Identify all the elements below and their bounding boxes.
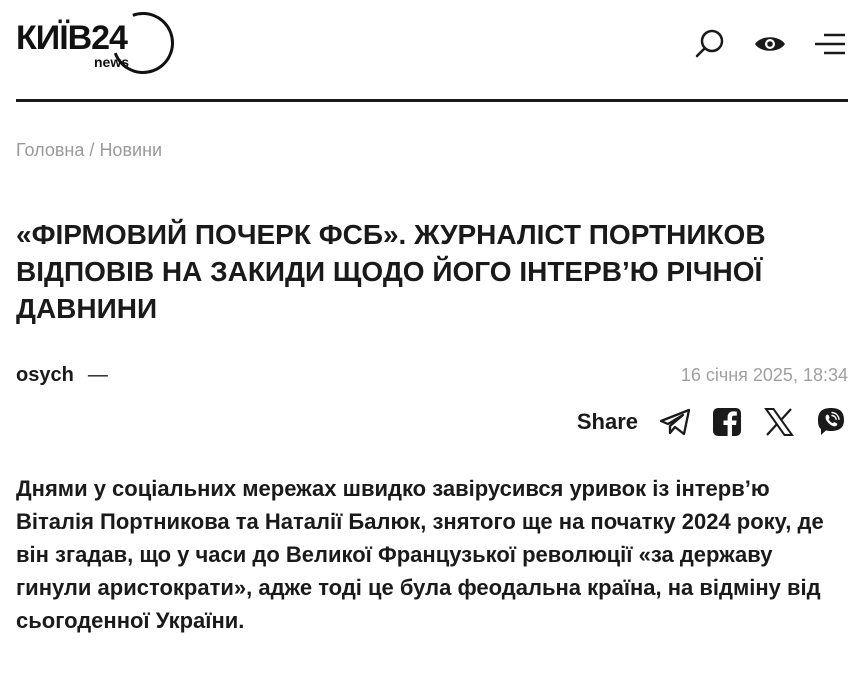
viber-icon[interactable]: [814, 405, 848, 439]
menu-icon[interactable]: [812, 26, 848, 62]
search-icon[interactable]: [692, 26, 728, 62]
author-dash: —: [87, 364, 108, 386]
author-line: osych —: [16, 364, 108, 387]
facebook-icon[interactable]: [710, 405, 744, 439]
share-bar: Share: [577, 402, 848, 442]
site-logo[interactable]: КИЇВ24 news: [16, 1, 186, 85]
publish-date: 16 січня 2025, 18:34: [680, 365, 848, 385]
article-title: «Фірмовий почерк ФСБ». Журналіст Портник…: [16, 219, 766, 324]
breadcrumb-separator: /: [89, 140, 95, 160]
article-lead: Днями у соціальних мережах швидко завіру…: [16, 476, 824, 633]
share-label: Share: [576, 409, 638, 434]
breadcrumb-news[interactable]: Новини: [99, 140, 162, 160]
x-icon[interactable]: [762, 405, 796, 439]
logo-subtext: news: [94, 54, 130, 70]
logo-ring: [101, 1, 185, 85]
breadcrumb: Головна / Новини: [16, 140, 162, 161]
author-name[interactable]: osych: [16, 364, 74, 386]
telegram-icon[interactable]: [658, 405, 692, 439]
header-icons: [692, 26, 848, 62]
site-header: КИЇВ24 news: [16, 0, 848, 102]
eye-icon[interactable]: [752, 26, 788, 62]
logo-text: КИЇВ24: [16, 19, 128, 57]
breadcrumb-home[interactable]: Головна: [16, 140, 84, 160]
